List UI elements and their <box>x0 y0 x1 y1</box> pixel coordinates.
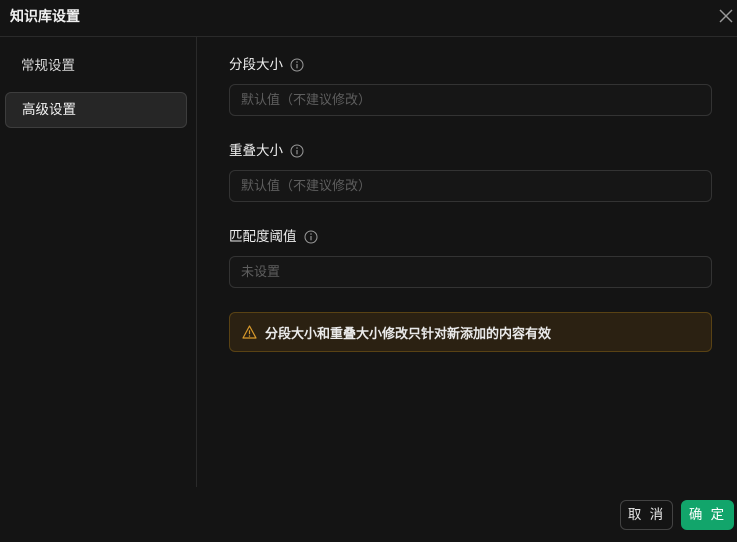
chunk-size-input[interactable] <box>229 84 712 116</box>
dialog-title: 知识库设置 <box>10 9 80 25</box>
knowledge-base-settings-dialog: 知识库设置 常规设置 高级设置 分段大小 重叠大小 匹配度阈值 <box>0 0 737 542</box>
overlap-size-label: 重叠大小 <box>229 142 304 160</box>
confirm-button[interactable]: 确 定 <box>681 500 734 530</box>
warning-alert: 分段大小和重叠大小修改只针对新添加的内容有效 <box>229 312 712 352</box>
warning-alert-text: 分段大小和重叠大小修改只针对新添加的内容有效 <box>265 326 552 342</box>
chunk-size-label: 分段大小 <box>229 56 304 74</box>
info-icon[interactable] <box>290 144 304 158</box>
chunk-size-label-text: 分段大小 <box>229 57 283 73</box>
sidebar-item-advanced-settings[interactable]: 高级设置 <box>5 92 187 128</box>
cancel-button[interactable]: 取 消 <box>620 500 673 530</box>
overlap-size-input[interactable] <box>229 170 712 202</box>
warning-icon <box>242 325 257 339</box>
info-icon[interactable] <box>304 230 318 244</box>
match-threshold-input[interactable] <box>229 256 712 288</box>
info-icon[interactable] <box>290 58 304 72</box>
match-threshold-label-text: 匹配度阈值 <box>229 229 297 245</box>
settings-sidebar: 常规设置 高级设置 <box>0 37 197 487</box>
overlap-size-label-text: 重叠大小 <box>229 143 283 159</box>
sidebar-item-general-settings[interactable]: 常规设置 <box>5 49 187 85</box>
close-icon[interactable] <box>717 7 735 25</box>
dialog-header: 知识库设置 <box>0 0 737 37</box>
match-threshold-label: 匹配度阈值 <box>229 228 318 246</box>
